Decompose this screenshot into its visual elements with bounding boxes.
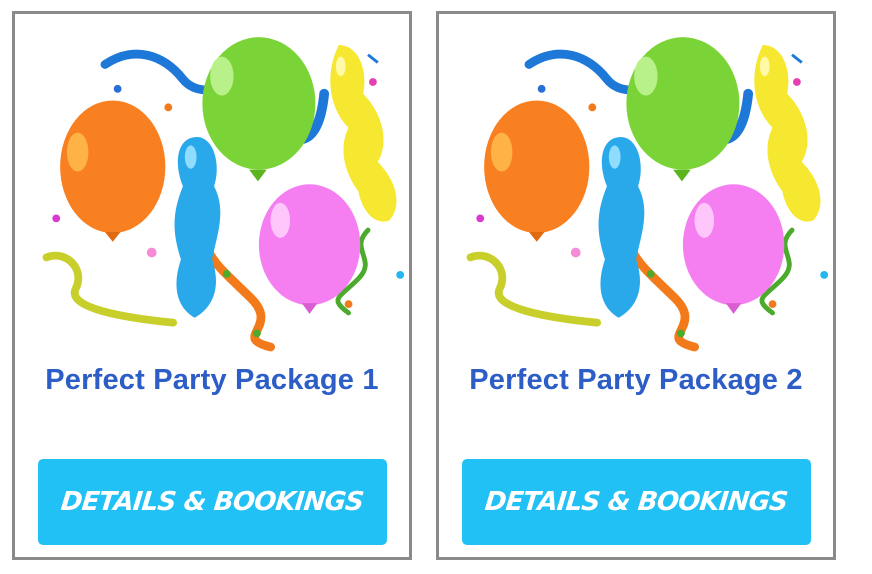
balloons-image — [27, 22, 407, 370]
details-bookings-button[interactable]: DETAILS & BOOKINGS — [462, 459, 811, 545]
package-card-2: Perfect Party Package 2 DETAILS & BOOKIN… — [436, 11, 836, 560]
details-bookings-button[interactable]: DETAILS & BOOKINGS — [38, 459, 387, 545]
balloons-image — [451, 22, 831, 370]
package-title[interactable]: Perfect Party Package 2 — [439, 364, 833, 397]
package-title[interactable]: Perfect Party Package 1 — [15, 364, 409, 397]
details-bookings-label: DETAILS & BOOKINGS — [59, 487, 366, 517]
details-bookings-label: DETAILS & BOOKINGS — [483, 487, 790, 517]
package-card-1: Perfect Party Package 1 DETAILS & BOOKIN… — [12, 11, 412, 560]
